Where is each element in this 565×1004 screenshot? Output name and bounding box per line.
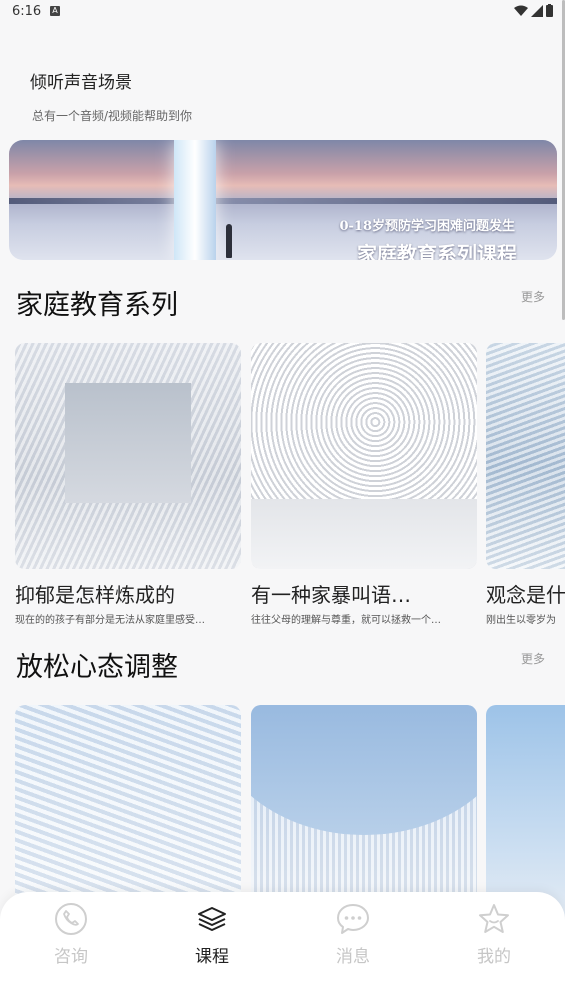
course-card[interactable]: 抑郁是怎样炼成的 现在的的孩子有部分是无法从家庭里感受… bbox=[15, 343, 241, 633]
tab-course[interactable]: 课程 bbox=[172, 902, 252, 972]
page-subtitle: 总有一个音频/视频能帮助到你 bbox=[32, 109, 193, 123]
wifi-icon bbox=[514, 5, 528, 16]
tab-message[interactable]: 消息 bbox=[313, 902, 393, 972]
banner-light-door bbox=[174, 140, 216, 260]
course-title: 有一种家暴叫语… bbox=[251, 583, 411, 607]
course-cover-image bbox=[15, 343, 241, 569]
course-card[interactable]: 观念是什 刚出生以零岁为 bbox=[486, 343, 565, 633]
tab-label: 我的 bbox=[477, 947, 511, 967]
section-title-relax: 放松心态调整 bbox=[16, 652, 178, 683]
more-link-relax[interactable]: 更多 bbox=[521, 650, 545, 667]
notification-icon: A bbox=[50, 6, 60, 16]
consult-icon bbox=[55, 903, 87, 935]
banner[interactable]: 0-18岁预防学习困难问题发生 家庭教育系列课程 bbox=[9, 140, 557, 260]
battery-icon bbox=[546, 4, 553, 17]
status-bar: 6:16 A bbox=[0, 0, 565, 24]
tab-label: 咨询 bbox=[54, 947, 88, 967]
course-cover-image bbox=[486, 343, 565, 569]
tab-mine[interactable]: 我的 bbox=[454, 902, 534, 972]
layers-icon bbox=[198, 907, 226, 931]
signal-icon bbox=[531, 4, 543, 17]
tab-label: 课程 bbox=[195, 947, 229, 967]
course-description: 现在的的孩子有部分是无法从家庭里感受… bbox=[15, 615, 205, 626]
course-description: 往往父母的理解与尊重，就可以拯救一个… bbox=[251, 615, 441, 626]
status-time: 6:16 bbox=[12, 4, 42, 19]
banner-horizon bbox=[9, 198, 557, 204]
tab-label: 消息 bbox=[336, 947, 370, 967]
course-title: 抑郁是怎样炼成的 bbox=[15, 583, 175, 607]
message-icon bbox=[337, 904, 369, 934]
course-description: 刚出生以零岁为 bbox=[486, 615, 556, 626]
more-link-family-education[interactable]: 更多 bbox=[521, 288, 545, 305]
star-icon bbox=[479, 904, 509, 933]
course-title: 观念是什 bbox=[486, 583, 565, 607]
status-icons bbox=[514, 4, 553, 17]
banner-person bbox=[226, 224, 232, 258]
banner-subtitle: 0-18岁预防学习困难问题发生 bbox=[339, 219, 515, 234]
bottom-tab-bar: 咨询 课程 消息 我的 bbox=[0, 892, 565, 1004]
page-title: 倾听声音场景 bbox=[30, 73, 132, 93]
banner-title: 家庭教育系列课程 bbox=[357, 242, 517, 260]
tab-consult[interactable]: 咨询 bbox=[31, 902, 111, 972]
course-cover-image bbox=[251, 343, 477, 569]
section-title-family-education: 家庭教育系列 bbox=[16, 290, 178, 321]
course-card[interactable]: 有一种家暴叫语… 往往父母的理解与尊重，就可以拯救一个… bbox=[251, 343, 477, 633]
